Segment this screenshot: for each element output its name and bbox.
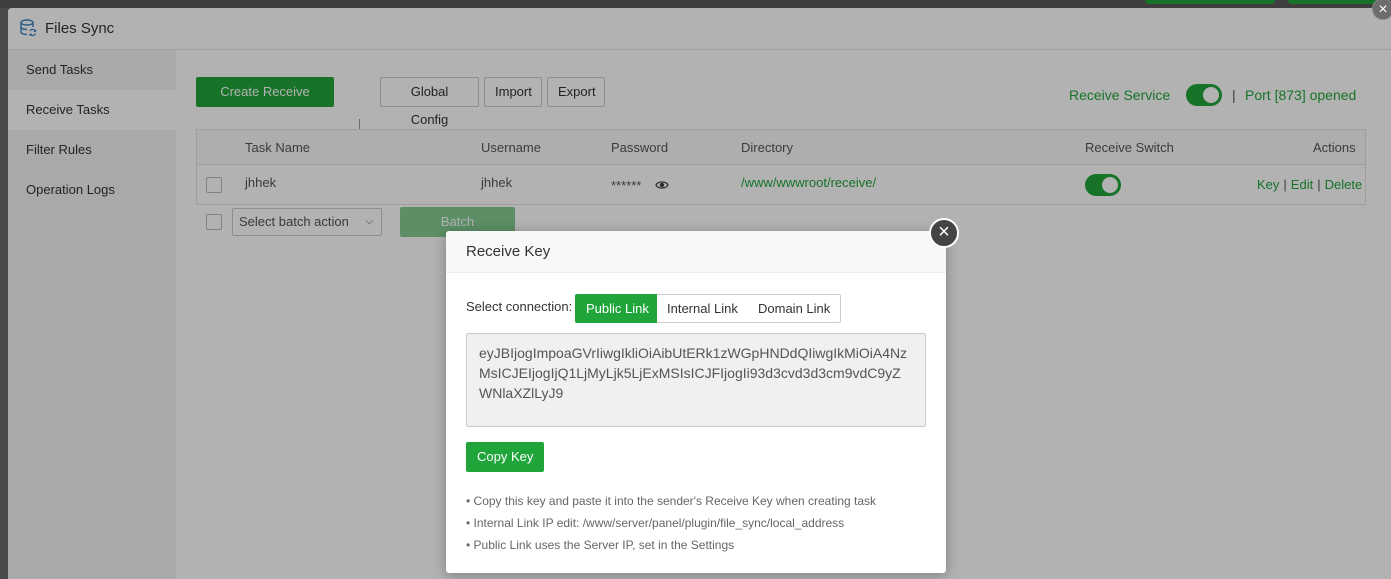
tab-internal-link[interactable]: Internal Link (657, 294, 749, 323)
tips-list: • Copy this key and paste it into the se… (466, 490, 936, 556)
tip-item: • Public Link uses the Server IP, set in… (466, 538, 735, 552)
tip-item: • Internal Link IP edit: /www/server/pan… (466, 516, 845, 530)
receive-key-dialog: × Receive Key Select connection: Public … (446, 218, 959, 573)
receive-key-textarea[interactable]: eyJBIjogImpoaGVrIiwgIkliOiAibUtERk1zWGpH… (466, 333, 926, 427)
dialog-title: Receive Key (446, 231, 946, 273)
window-close-icon[interactable]: × (1372, 0, 1391, 20)
copy-key-button[interactable]: Copy Key (466, 442, 545, 472)
close-icon[interactable]: × (929, 218, 959, 248)
tip-item: • Copy this key and paste it into the se… (466, 494, 877, 508)
tab-public-link[interactable]: Public Link (575, 294, 660, 323)
connection-label: Select connection: (466, 299, 573, 314)
tab-domain-link[interactable]: Domain Link (748, 294, 842, 323)
